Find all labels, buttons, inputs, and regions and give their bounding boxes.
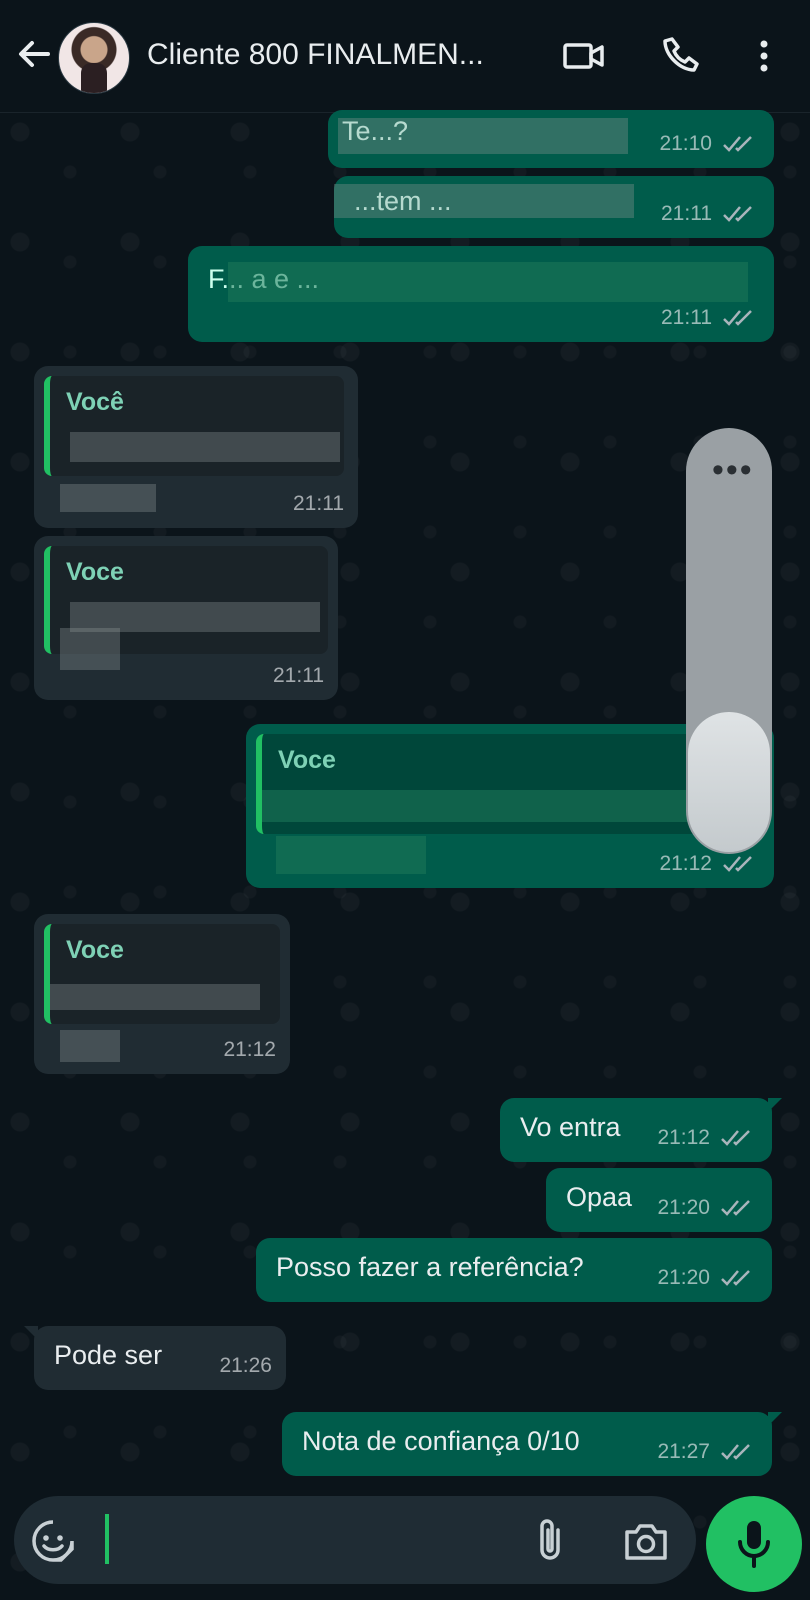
message-incoming[interactable]: Voce 21:11: [34, 536, 338, 700]
redacted-block: [262, 790, 742, 822]
message-time: 21:10: [659, 132, 712, 155]
redacted-block: [50, 984, 260, 1010]
fast-scroll-more-icon: •••: [712, 451, 754, 489]
contact-avatar[interactable]: [58, 22, 130, 94]
quote-author: Você: [66, 388, 124, 416]
back-arrow-icon[interactable]: [14, 34, 54, 74]
paperclip-icon[interactable]: [530, 1516, 570, 1566]
message-text: Nota de confiança 0/10: [302, 1426, 580, 1456]
sticker-icon[interactable]: [30, 1518, 76, 1564]
redacted-block: [60, 628, 120, 670]
read-ticks-icon: [722, 204, 758, 224]
message-incoming[interactable]: Voce 21:12: [34, 914, 290, 1074]
quote-author: Voce: [66, 936, 124, 964]
voice-message-button[interactable]: [706, 1496, 802, 1592]
bubble-tail: [24, 1326, 38, 1340]
quote-author: Voce: [278, 746, 336, 774]
message-time: 21:26: [219, 1354, 272, 1377]
redacted-block: [60, 484, 156, 512]
message-time: 21:12: [223, 1038, 276, 1061]
message-time: 21:20: [657, 1266, 710, 1289]
redacted-block: [338, 118, 628, 154]
read-ticks-icon: [720, 1198, 756, 1218]
message-outgoing[interactable]: Nota de confiança 0/10 21:27: [282, 1412, 782, 1476]
phone-icon[interactable]: [660, 34, 704, 78]
chat-header: Cliente 800 FINALMEN...: [0, 0, 810, 113]
read-ticks-icon: [720, 1268, 756, 1288]
message-text: Vo entra: [520, 1112, 621, 1142]
camera-icon[interactable]: [622, 1518, 670, 1564]
message-time: 21:11: [661, 202, 712, 225]
redacted-block: [228, 262, 748, 302]
message-outgoing[interactable]: ...tem ... 21:11: [334, 176, 774, 238]
quoted-reply[interactable]: Voce: [256, 734, 760, 834]
message-outgoing[interactable]: Vo entra 21:12: [500, 1098, 782, 1162]
read-ticks-icon: [720, 1128, 756, 1148]
quote-author: Voce: [66, 558, 124, 586]
message-outgoing[interactable]: Te...? 21:10: [328, 110, 774, 168]
bubble-tail: [768, 1412, 782, 1426]
text-cursor: [105, 1514, 109, 1564]
message-text: Opaa: [566, 1182, 633, 1212]
message-time: 21:11: [293, 492, 344, 515]
microphone-icon: [734, 1518, 774, 1570]
quoted-reply[interactable]: Você: [44, 376, 344, 476]
quoted-reply[interactable]: Voce: [44, 924, 280, 1024]
read-ticks-icon: [722, 134, 758, 154]
message-incoming[interactable]: Você 21:11: [34, 366, 358, 528]
message-incoming[interactable]: Pode ser 21:26: [24, 1326, 286, 1390]
more-vertical-icon[interactable]: [742, 34, 786, 78]
message-time: 21:11: [273, 664, 324, 687]
message-outgoing[interactable]: Opaa 21:20: [546, 1168, 772, 1232]
read-ticks-icon: [722, 854, 758, 874]
message-time: 21:12: [657, 1126, 710, 1149]
bubble-tail: [768, 1098, 782, 1112]
message-text: Pode ser: [54, 1340, 163, 1370]
redacted-block: [60, 1030, 120, 1062]
video-camera-icon[interactable]: [562, 34, 606, 78]
message-outgoing[interactable]: F... a e ... 21:11: [188, 246, 774, 342]
read-ticks-icon: [722, 308, 758, 328]
message-text: Posso fazer a referência?: [276, 1252, 584, 1282]
fast-scroll-thumb[interactable]: [688, 712, 770, 852]
message-time: 21:11: [661, 306, 712, 329]
redacted-block: [334, 184, 634, 218]
message-time: 21:20: [657, 1196, 710, 1219]
message-input-bar[interactable]: [14, 1496, 696, 1584]
redacted-block: [70, 432, 340, 462]
message-time: 21:12: [659, 852, 712, 875]
message-time: 21:27: [657, 1440, 710, 1463]
redacted-block: [276, 836, 426, 874]
message-outgoing[interactable]: Posso fazer a referência? 21:20: [256, 1238, 772, 1302]
read-ticks-icon: [720, 1442, 756, 1462]
contact-name[interactable]: Cliente 800 FINALMEN...: [147, 38, 484, 72]
